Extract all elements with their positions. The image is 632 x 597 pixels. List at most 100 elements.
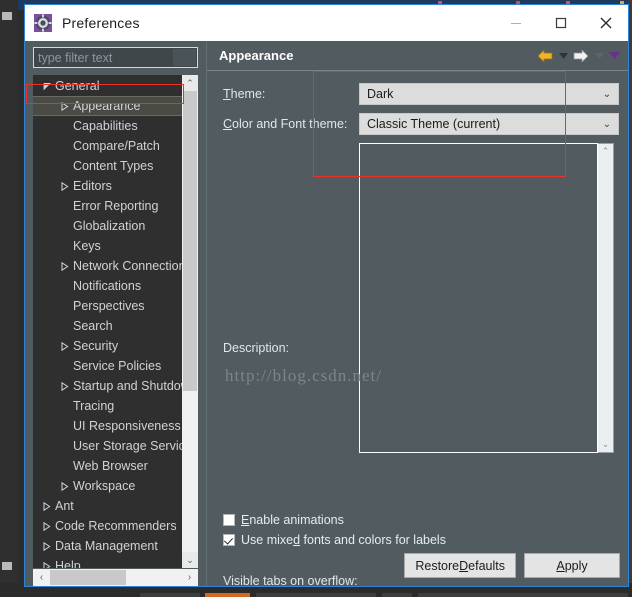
tree-item-tracing[interactable]: Tracing [33, 396, 182, 416]
tree-item-help[interactable]: Help [33, 556, 182, 568]
minimize-button[interactable] [493, 5, 538, 41]
chevron-right-icon[interactable] [57, 481, 73, 491]
tree-vertical-scrollbar[interactable]: ⌃ ⌄ [182, 75, 198, 568]
tree-item-appearance[interactable]: Appearance [33, 96, 182, 116]
back-history-chevron-down-icon[interactable] [557, 47, 569, 65]
chevron-right-icon[interactable] [57, 341, 73, 351]
enable-animations-checkbox[interactable] [223, 514, 235, 526]
tree-item-capabilities[interactable]: Capabilities [33, 116, 182, 136]
restore-defaults-button[interactable]: Restore Defaults [404, 553, 516, 578]
tree-vscroll-track[interactable] [182, 91, 198, 552]
use-mixed-fonts-row[interactable]: Use mixed fonts and colors for labels [223, 531, 446, 549]
color-font-theme-value: Classic Theme (current) [367, 117, 501, 131]
tree-item-service-policies[interactable]: Service Policies [33, 356, 182, 376]
tree-item-label: User Storage Service [73, 439, 182, 453]
tree-item-editors[interactable]: Editors [33, 176, 182, 196]
tree-item-ant[interactable]: Ant [33, 496, 182, 516]
tree-container: General Appearance Capabilities Compare/Pat… [33, 75, 198, 586]
forward-arrow-icon[interactable] [572, 47, 590, 65]
tree-item-label: Globalization [73, 219, 146, 233]
page-title: Appearance [219, 48, 294, 63]
chevron-right-icon[interactable] [39, 521, 55, 531]
chevron-right-icon[interactable] [57, 101, 73, 111]
scroll-down-icon[interactable]: ⌄ [182, 552, 198, 568]
tree-item-label: Editors [73, 179, 112, 193]
tree-item-label: Error Reporting [73, 199, 159, 213]
tree-hscroll-track[interactable] [50, 569, 181, 586]
tree-item-label: Workspace [73, 479, 136, 493]
tree-item-error-reporting[interactable]: Error Reporting [33, 196, 182, 216]
theme-preview-box[interactable] [359, 143, 598, 453]
scroll-right-icon[interactable]: › [181, 569, 198, 586]
tree-hscroll-thumb[interactable] [50, 570, 126, 585]
tree-item-notifications[interactable]: Notifications [33, 276, 182, 296]
theme-combobox[interactable]: Dark ⌄ [359, 83, 619, 105]
use-mixed-fonts-checkbox[interactable] [223, 534, 235, 546]
search-input[interactable] [34, 49, 173, 66]
scroll-down-icon[interactable]: ⌄ [599, 437, 613, 452]
tree-item-user-storage-service[interactable]: User Storage Service [33, 436, 182, 456]
chevron-right-icon[interactable] [39, 561, 55, 568]
tree-item-label: Ant [55, 499, 74, 513]
gear-icon [34, 14, 52, 32]
chevron-down-icon[interactable]: ⌄ [596, 84, 618, 104]
tree-item-label: General [55, 79, 100, 93]
scroll-up-icon[interactable]: ⌃ [182, 75, 198, 91]
tree-item-label: Startup and Shutdown [73, 379, 182, 393]
theme-preview-row: ⌃ ⌄ [207, 143, 628, 453]
forward-history-chevron-down-icon[interactable] [593, 47, 605, 65]
tree-item-network-connections[interactable]: Network Connections [33, 256, 182, 276]
tree-vscroll-thumb[interactable] [183, 91, 197, 391]
chevron-right-icon[interactable] [57, 381, 73, 391]
filter-field-wrapper[interactable] [33, 47, 198, 68]
dialog-body: General Appearance Capabilities Compare/Pat… [25, 41, 628, 586]
maximize-button[interactable] [538, 5, 583, 41]
tree-item-compare-patch[interactable]: Compare/Patch [33, 136, 182, 156]
tree-item-label: UI Responsiveness Monitoring [73, 419, 182, 433]
tree-item-label: Compare/Patch [73, 139, 160, 153]
preview-vertical-scrollbar[interactable]: ⌃ ⌄ [598, 143, 614, 453]
scroll-left-icon[interactable]: ‹ [33, 569, 50, 586]
tree-horizontal-scrollbar[interactable]: ‹ › [33, 569, 198, 586]
tree-item-keys[interactable]: Keys [33, 236, 182, 256]
tree-item-perspectives[interactable]: Perspectives [33, 296, 182, 316]
close-button[interactable] [583, 5, 628, 41]
tree-item-content-types[interactable]: Content Types [33, 156, 182, 176]
tree-item-label: Service Policies [73, 359, 162, 373]
enable-animations-label: Enable animations [241, 513, 344, 527]
enable-animations-row[interactable]: Enable animations [223, 511, 446, 529]
tree-item-label: Perspectives [73, 299, 145, 313]
tree-item-label: Code Recommenders [55, 519, 177, 533]
clear-filter-button[interactable] [173, 49, 196, 66]
color-font-theme-combobox[interactable]: Classic Theme (current) ⌄ [359, 113, 619, 135]
tree-item-label: Keys [73, 239, 101, 253]
tree-item-startup-and-shutdown[interactable]: Startup and Shutdown [33, 376, 182, 396]
chevron-right-icon[interactable] [57, 261, 73, 271]
back-arrow-icon[interactable] [536, 47, 554, 65]
tree-item-data-management[interactable]: Data Management [33, 536, 182, 556]
apply-button[interactable]: Apply [524, 553, 620, 578]
chevron-right-icon[interactable] [39, 501, 55, 511]
tree-item-globalization[interactable]: Globalization [33, 216, 182, 236]
preferences-tree[interactable]: General Appearance Capabilities Compare/Pat… [33, 75, 198, 568]
tree-item-search[interactable]: Search [33, 316, 182, 336]
tree-item-workspace[interactable]: Workspace [33, 476, 182, 496]
preview-scroll-track[interactable] [599, 159, 613, 437]
tree-item-label: Security [73, 339, 119, 353]
tree-item-label: Help [55, 559, 81, 568]
dialog-titlebar[interactable]: Preferences [25, 5, 628, 41]
scroll-up-icon[interactable]: ⌃ [599, 144, 613, 159]
tree-list[interactable]: General Appearance Capabilities Compare/Pat… [33, 75, 182, 568]
tree-item-security[interactable]: Security [33, 336, 182, 356]
chevron-down-icon[interactable] [39, 82, 55, 91]
chevron-down-icon[interactable]: ⌄ [596, 114, 618, 134]
chevron-right-icon[interactable] [39, 541, 55, 551]
chevron-right-icon[interactable] [57, 181, 73, 191]
tree-item-web-browser[interactable]: Web Browser [33, 456, 182, 476]
preference-page-pane: Appearance Theme: Dark ⌄ Color and Font … [206, 41, 628, 586]
view-menu-chevron-down-icon[interactable] [608, 47, 620, 65]
tree-item-general[interactable]: General [33, 76, 182, 96]
tree-item-ui-responsiveness-monitoring[interactable]: UI Responsiveness Monitoring [33, 416, 182, 436]
tree-item-code-recommenders[interactable]: Code Recommenders [33, 516, 182, 536]
visible-tabs-group: Visible tabs on overflow: Show most rece… [223, 574, 408, 586]
